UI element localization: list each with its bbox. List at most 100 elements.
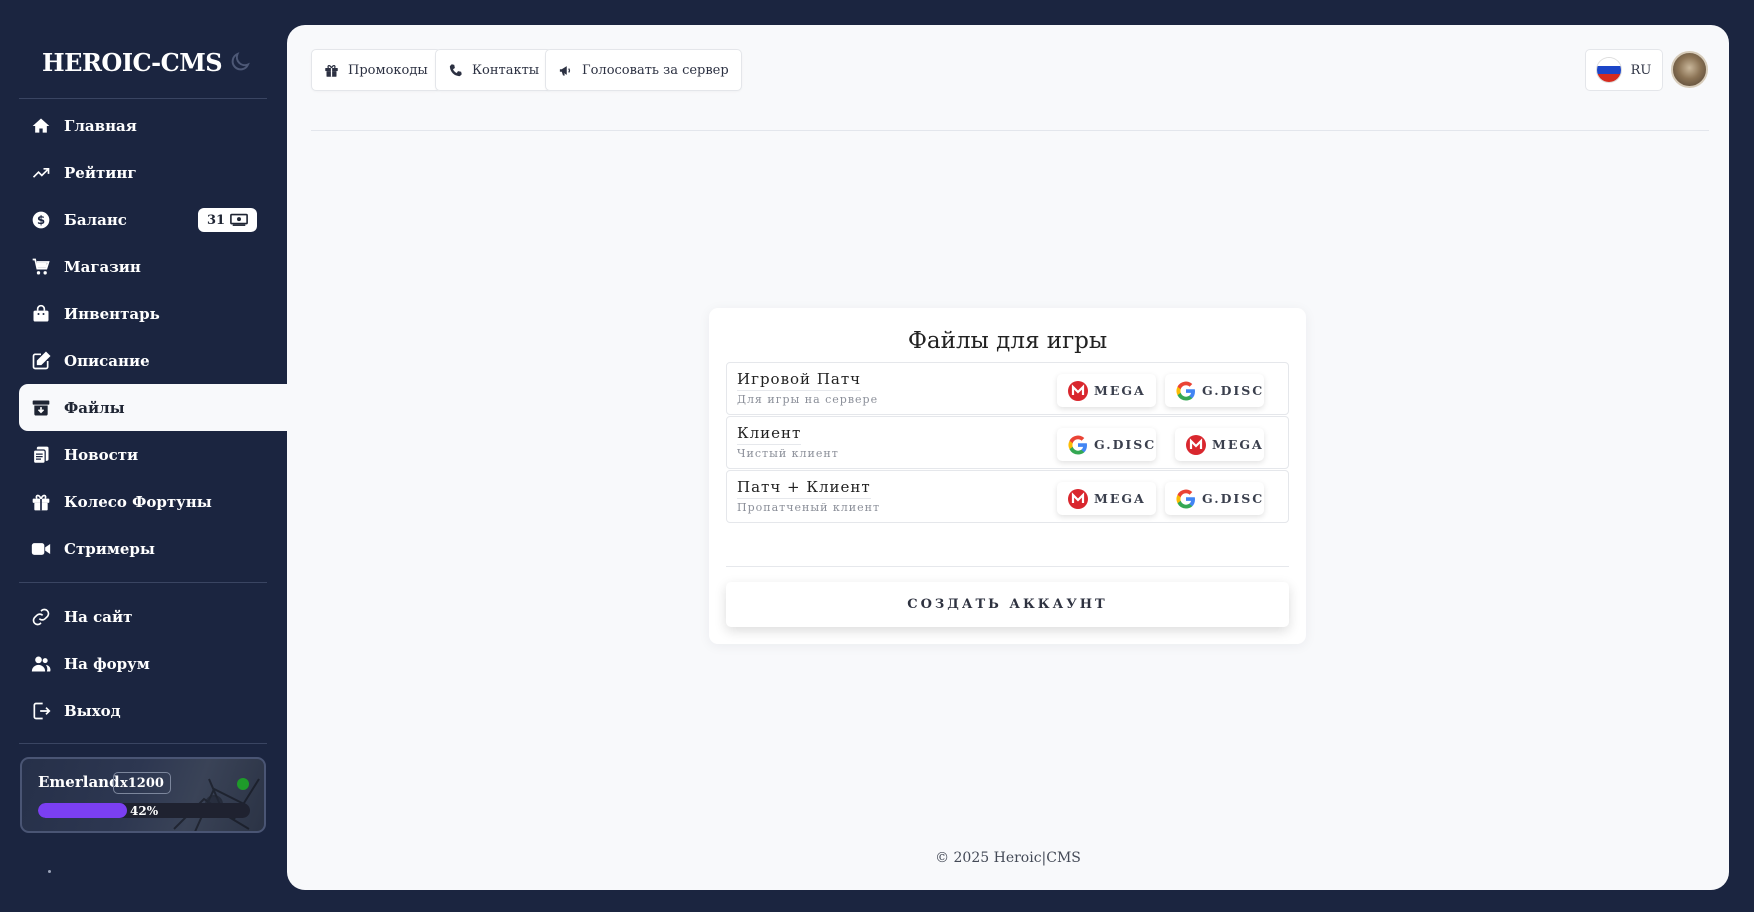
- video-icon: [30, 538, 52, 560]
- file-description: Для игры на сервере: [737, 393, 879, 406]
- sidebar-item-label: Инвентарь: [64, 304, 160, 323]
- sidebar-item-label: Магазин: [64, 257, 141, 276]
- mega-label: MEGA: [1094, 383, 1146, 398]
- sidebar-item-news[interactable]: Новости: [19, 431, 287, 478]
- home-icon: [30, 115, 52, 137]
- gdrive-label: G.DISC: [1202, 491, 1265, 506]
- phone-icon: [449, 63, 462, 76]
- sidebar-link-site[interactable]: На сайт: [19, 593, 287, 640]
- brand-title[interactable]: HEROIC-CMS: [42, 48, 223, 77]
- google-icon: [1176, 381, 1195, 401]
- mega-download-button[interactable]: MEGA: [1057, 374, 1156, 407]
- clipboard-icon: [30, 444, 52, 466]
- server-rate-badge: x1200: [113, 772, 171, 794]
- server-progress-label: 42%: [130, 804, 159, 818]
- mega-icon: [1068, 488, 1088, 509]
- sidebar-item-label: Стримеры: [64, 539, 155, 558]
- contacts-label: Контакты: [472, 62, 540, 78]
- card-divider: [726, 566, 1289, 567]
- mega-label: MEGA: [1094, 491, 1146, 506]
- mega-download-button[interactable]: MEGA: [1175, 428, 1264, 461]
- sidebar-nav: Главная Рейтинг $ Баланс 31 Магазин Инве…: [19, 102, 287, 572]
- sidebar-item-label: Выход: [64, 701, 121, 720]
- sidebar-item-label: Файлы: [64, 398, 125, 417]
- server-progress-fill: [38, 803, 128, 818]
- mega-icon: [1068, 380, 1088, 401]
- link-icon: [30, 606, 52, 628]
- contacts-button[interactable]: Контакты: [435, 49, 553, 91]
- bag-icon: [30, 303, 52, 325]
- vote-button[interactable]: Голосовать за сервер: [545, 49, 742, 91]
- file-row: Игровой Патч Для игры на сервере MEGA G.…: [726, 362, 1289, 415]
- dollar-icon: $: [30, 209, 52, 231]
- sidebar-item-home[interactable]: Главная: [19, 102, 287, 149]
- footer-copyright: © 2025 Heroic|CMS: [935, 850, 1081, 866]
- sidebar-item-label: На форум: [64, 654, 150, 673]
- sidebar-item-fortune-wheel[interactable]: Колесо Фортуны: [19, 478, 287, 525]
- promo-codes-button[interactable]: Промокоды: [311, 49, 441, 91]
- files-title: Файлы для игры: [907, 328, 1108, 354]
- file-row: Патч + Клиент Пропатченый клиент MEGA G.…: [726, 470, 1289, 523]
- gdrive-label: G.DISC: [1202, 383, 1265, 398]
- edit-icon: [30, 350, 52, 372]
- svg-text:$: $: [37, 213, 45, 227]
- sidebar-item-description[interactable]: Описание: [19, 337, 287, 384]
- topbar: Промокоды Контакты Голосовать за сервер …: [311, 49, 1709, 131]
- sidebar-link-forum[interactable]: На форум: [19, 640, 287, 687]
- promo-codes-label: Промокоды: [348, 62, 428, 78]
- logout-icon: [30, 700, 52, 722]
- server-card[interactable]: Emerland x1200 42%: [20, 757, 266, 833]
- users-icon: [30, 653, 52, 675]
- mega-icon: [1186, 434, 1206, 455]
- sidebar-item-label: На сайт: [64, 607, 133, 626]
- file-description: Пропатченый клиент: [737, 501, 881, 514]
- sidebar-item-rating[interactable]: Рейтинг: [19, 149, 287, 196]
- mega-download-button[interactable]: MEGA: [1057, 482, 1156, 515]
- cart-icon: [30, 256, 52, 278]
- file-description: Чистый клиент: [737, 447, 839, 460]
- google-icon: [1068, 435, 1087, 455]
- mega-label: MEGA: [1212, 437, 1264, 452]
- archive-icon: [30, 397, 52, 419]
- sidebar-divider: [19, 98, 267, 99]
- language-selector[interactable]: RU: [1585, 49, 1663, 91]
- server-status-dot: [237, 778, 249, 790]
- gdrive-label: G.DISC: [1094, 437, 1157, 452]
- sidebar-item-label: Рейтинг: [64, 163, 137, 182]
- gift-icon: [30, 491, 52, 513]
- sidebar-item-files[interactable]: Файлы: [19, 384, 287, 431]
- brand: HEROIC-CMS: [42, 42, 282, 82]
- server-art-decoration: [173, 778, 260, 831]
- google-icon: [1176, 489, 1195, 509]
- file-name: Игровой Патч: [737, 370, 862, 391]
- server-name: Emerland: [38, 773, 120, 791]
- sidebar-divider: [19, 582, 267, 583]
- sidebar-item-inventory[interactable]: Инвентарь: [19, 290, 287, 337]
- russia-flag-icon: [1596, 58, 1621, 82]
- sidebar-item-label: Новости: [64, 445, 139, 464]
- sidebar-link-logout[interactable]: Выход: [19, 687, 287, 734]
- sidebar-item-shop[interactable]: Магазин: [19, 243, 287, 290]
- sidebar-item-balance[interactable]: $ Баланс 31: [19, 196, 287, 243]
- create-account-button[interactable]: СОЗДАТЬ АККАУНТ: [726, 582, 1289, 627]
- balance-badge: 31: [198, 208, 257, 232]
- gift-icon: [325, 64, 338, 77]
- sidebar-links: На сайт На форум Выход: [19, 593, 287, 734]
- user-avatar[interactable]: [1671, 51, 1708, 88]
- money-icon: [230, 213, 248, 226]
- sidebar-item-streamers[interactable]: Стримеры: [19, 525, 287, 572]
- sidebar-item-label: Колесо Фортуны: [64, 492, 212, 511]
- sidebar-item-label: Баланс: [64, 210, 127, 229]
- moon-icon[interactable]: [228, 50, 252, 74]
- vote-label: Голосовать за сервер: [582, 62, 729, 78]
- gdrive-download-button[interactable]: G.DISC: [1057, 428, 1156, 461]
- file-name: Патч + Клиент: [737, 478, 871, 499]
- sidebar-item-label: Описание: [64, 351, 150, 370]
- file-row: Клиент Чистый клиент G.DISC MEGA: [726, 416, 1289, 469]
- sidebar: HEROIC-CMS Главная Рейтинг $ Баланс 31 М…: [0, 0, 287, 912]
- gdrive-download-button[interactable]: G.DISC: [1165, 374, 1264, 407]
- language-label: RU: [1630, 62, 1652, 78]
- sidebar-dot: [48, 870, 51, 873]
- gdrive-download-button[interactable]: G.DISC: [1165, 482, 1264, 515]
- main-panel: Промокоды Контакты Голосовать за сервер …: [287, 25, 1729, 890]
